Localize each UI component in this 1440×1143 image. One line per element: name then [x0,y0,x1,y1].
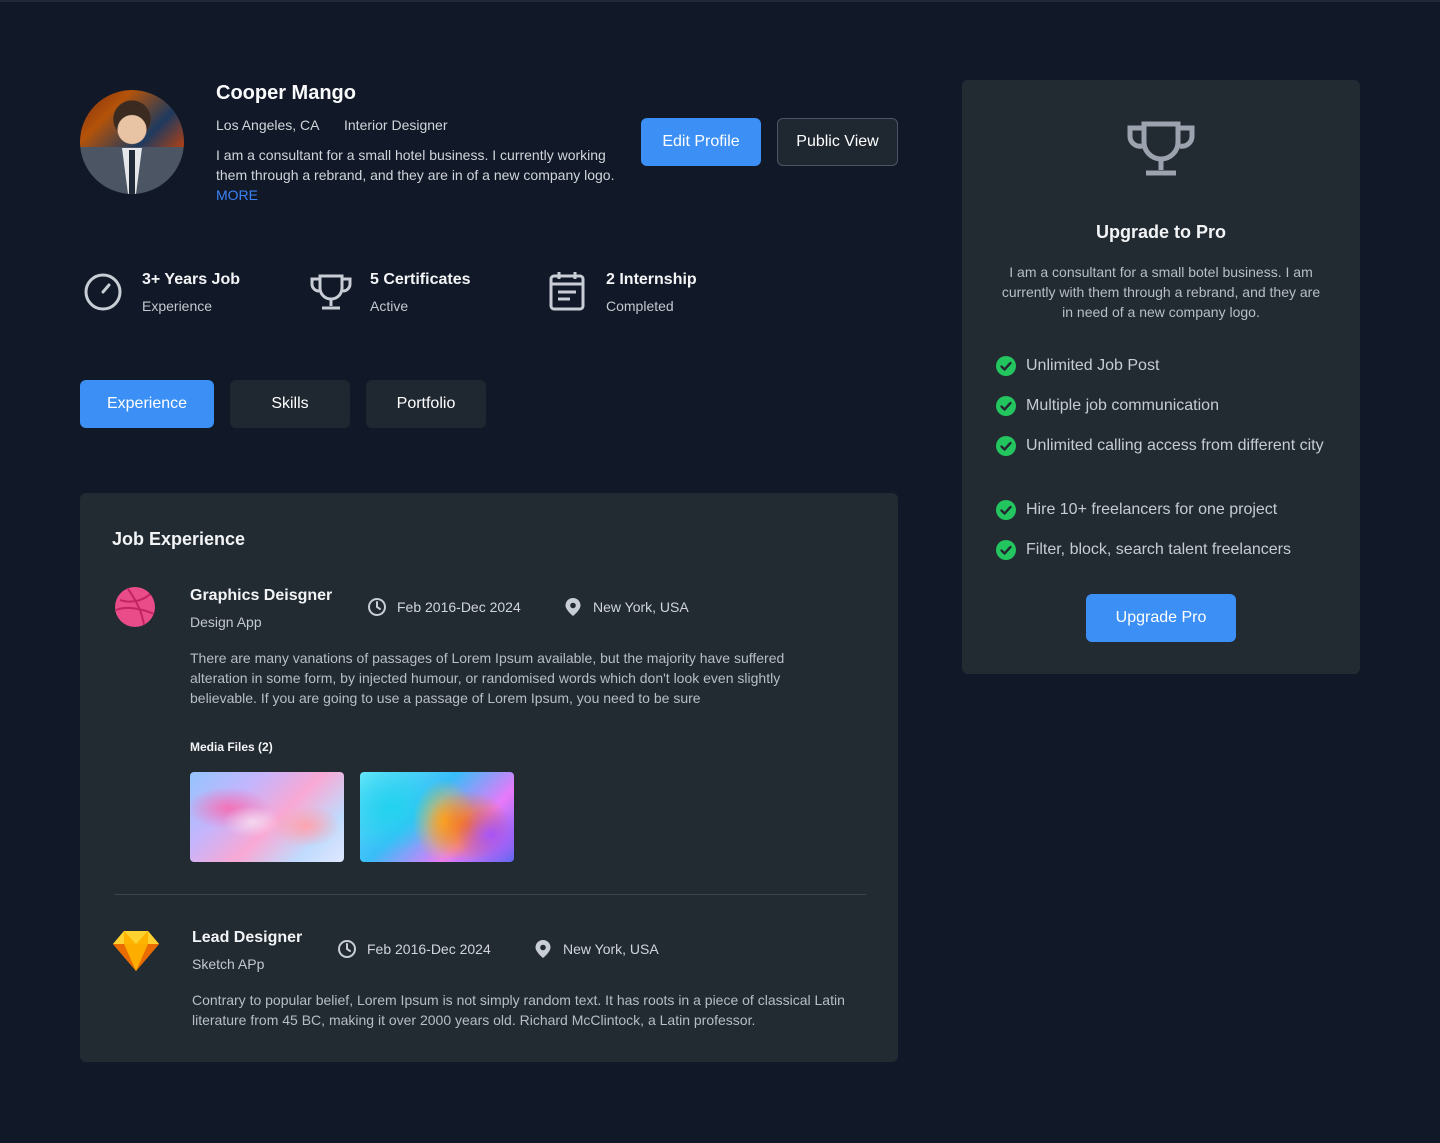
tab-portfolio[interactable]: Portfolio [366,380,486,428]
upgrade-title: Upgrade to Pro [1095,222,1226,242]
job-description: Contrary to popular belief, Lorem Ipsum … [192,992,845,1028]
check-circle-icon [996,356,1016,376]
media-thumbnail[interactable] [190,772,344,862]
job-location: New York, USA [533,939,659,959]
check-circle-icon [996,500,1016,520]
feature-item: Filter, block, search talent freelancers [996,538,1326,562]
job-title: Lead Designer [192,929,303,946]
public-view-button[interactable]: Public View [777,118,898,166]
job-experience-title: Job Experience [112,529,246,549]
clock-icon [368,598,386,616]
stat-certificates-title: 5 Certificates [370,271,471,288]
media-files-label: Media Files (2) [190,740,273,754]
job-dates: Feb 2016-Dec 2024 [367,597,521,617]
feature-item: Unlimited Job Post [996,354,1326,378]
stat-certificates-subtitle: Active [370,298,409,314]
stat-experience-subtitle: Experience [142,298,213,314]
upgrade-card: Upgrade to Pro I am a consultant for a s… [962,80,1360,674]
sketch-icon [113,931,159,971]
job-dates: Feb 2016-Dec 2024 [337,939,491,959]
feature-text: Hire 10+ freelancers for one project [1026,501,1278,518]
job-location-text: New York, USA [563,941,659,957]
job-company: Design App [190,614,262,630]
more-link[interactable]: MORE [216,187,258,203]
divider [114,894,866,895]
profile-name: Cooper Mango [216,82,356,104]
job-dates-text: Feb 2016-Dec 2024 [367,941,491,957]
location-pin-icon [535,940,551,958]
profile-bio: I am a consultant for a small hotel busi… [216,145,616,205]
stat-internship-title: 2 Internship [606,271,697,288]
location-pin-icon [565,598,581,616]
avatar [80,90,184,194]
feature-text: Unlimited calling access from different … [1026,437,1324,454]
check-circle-icon [996,540,1016,560]
trophy-icon [310,274,352,310]
stat-internship-subtitle: Completed [606,298,674,314]
tab-skills[interactable]: Skills [230,380,350,428]
job-title: Graphics Deisgner [190,587,333,604]
check-circle-icon [996,436,1016,456]
tab-experience[interactable]: Experience [80,380,214,428]
feature-item: Unlimited calling access from different … [996,434,1326,458]
feature-item: Multiple job communication [996,394,1326,418]
job-dates-text: Feb 2016-Dec 2024 [397,599,521,615]
feature-text: Filter, block, search talent freelancers [1026,541,1292,558]
clock-icon [338,940,356,958]
feature-text: Unlimited Job Post [1026,357,1160,374]
media-thumbnail[interactable] [360,772,514,862]
stopwatch-icon [84,273,122,311]
upgrade-pro-button[interactable]: Upgrade Pro [1086,594,1236,642]
job-location: New York, USA [563,597,689,617]
job-description: There are many vanations of passages of … [190,650,785,706]
trophy-icon [1127,121,1195,176]
check-circle-icon [996,396,1016,416]
job-location-text: New York, USA [593,599,689,615]
edit-profile-button[interactable]: Edit Profile [641,118,761,166]
upgrade-description: I am a consultant for a small botel busi… [1001,264,1321,320]
profile-role: Interior Designer [344,117,448,133]
feature-text: Multiple job communication [1026,397,1219,414]
profile-location: Los Angeles, CA [216,117,320,133]
profile-bio-text: I am a consultant for a small hotel busi… [216,147,615,183]
feature-item: Hire 10+ freelancers for one project [996,498,1326,522]
top-border [0,0,1440,2]
dribbble-icon [115,587,155,627]
job-experience-card: Job Experience Graphics Deisgner Design … [80,493,898,1062]
job-company: Sketch APp [192,956,265,972]
stat-experience-title: 3+ Years Job [142,271,240,288]
calendar-icon [549,272,585,311]
